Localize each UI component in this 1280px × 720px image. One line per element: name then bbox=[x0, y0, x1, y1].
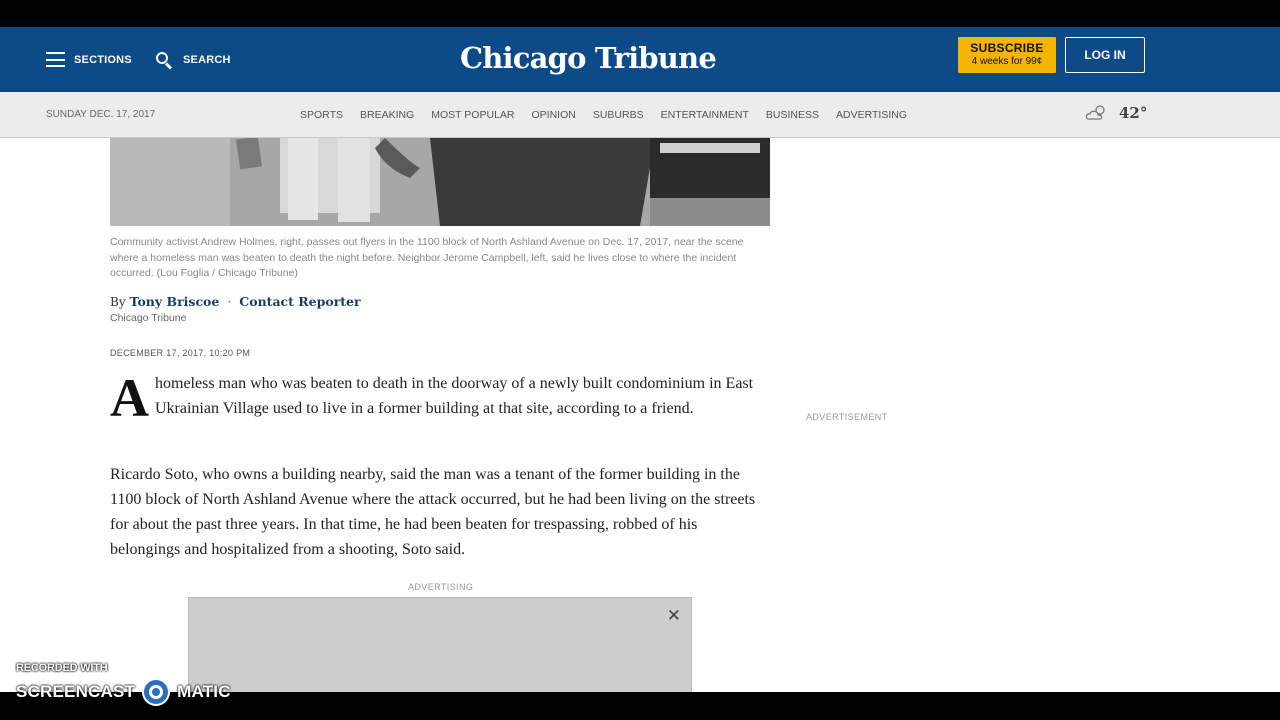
login-button[interactable]: LOG IN bbox=[1065, 37, 1145, 73]
nav-link-entertainment[interactable]: ENTERTAINMENT bbox=[661, 109, 749, 121]
byline: By Tony Briscoe · Contact Reporter bbox=[110, 294, 361, 309]
article-paragraph-1: Ahomeless man who was beaten to death in… bbox=[110, 368, 770, 428]
hamburger-menu-icon bbox=[46, 52, 65, 67]
photo-caption: Community activist Andrew Holmes, right,… bbox=[110, 236, 744, 279]
letterbox-top bbox=[0, 0, 1280, 27]
subscribe-button[interactable]: SUBSCRIBE 4 weeks for 99¢ bbox=[958, 37, 1056, 73]
nav-link-breaking[interactable]: BREAKING bbox=[360, 109, 414, 121]
nav-link-suburbs[interactable]: SUBURBS bbox=[593, 109, 644, 121]
chicago-tribune-logo[interactable]: Chicago Tribune bbox=[440, 36, 736, 80]
nav-link-most-popular[interactable]: MOST POPULAR bbox=[431, 109, 514, 121]
watermark-word-2: MATIC bbox=[177, 682, 231, 701]
contact-reporter-link[interactable]: Contact Reporter bbox=[239, 294, 360, 309]
author-link[interactable]: Tony Briscoe bbox=[130, 294, 220, 309]
article-source: Chicago Tribune bbox=[110, 312, 187, 324]
sections-button[interactable]: SECTIONS bbox=[46, 27, 132, 92]
watermark-recorded-with: RECORDED WITH bbox=[16, 662, 108, 674]
search-button[interactable]: SEARCH bbox=[155, 27, 231, 92]
advertising-label: ADVERTISING bbox=[408, 582, 474, 592]
nav-link-sports[interactable]: SPORTS bbox=[300, 109, 343, 121]
nav-links: SPORTS BREAKING MOST POPULAR OPINION SUB… bbox=[300, 92, 924, 138]
screencast-o-matic-watermark: SCREENCAST MATIC bbox=[16, 678, 231, 706]
nav-link-business[interactable]: BUSINESS bbox=[766, 109, 819, 121]
browser-viewport: SECTIONS SEARCH Chicago Tribune SUBSCRIB… bbox=[0, 27, 1280, 692]
current-date: SUNDAY DEC. 17, 2017 bbox=[46, 109, 156, 120]
inline-ad-slot[interactable]: ✕ bbox=[188, 597, 692, 692]
byline-prefix: By bbox=[110, 295, 126, 309]
cloud-sun-icon bbox=[1085, 105, 1105, 120]
byline-separator: · bbox=[227, 294, 232, 309]
subscribe-label: SUBSCRIBE bbox=[970, 41, 1044, 55]
watermark-word-1: SCREENCAST bbox=[16, 682, 136, 701]
nav-link-opinion[interactable]: OPINION bbox=[532, 109, 576, 121]
sections-label: SECTIONS bbox=[74, 53, 132, 66]
paragraph-1-text: homeless man who was beaten to death in … bbox=[155, 375, 754, 417]
temperature: 42° bbox=[1119, 104, 1148, 122]
drop-cap: A bbox=[110, 368, 149, 428]
search-icon bbox=[155, 51, 173, 70]
article-photo-scene bbox=[110, 138, 770, 226]
masthead: SECTIONS SEARCH Chicago Tribune SUBSCRIB… bbox=[0, 27, 1280, 92]
article-photo[interactable] bbox=[110, 138, 770, 226]
search-label: SEARCH bbox=[183, 53, 231, 66]
article-dateline: DECEMBER 17, 2017, 10:20 PM bbox=[110, 348, 251, 358]
nav-link-advertising[interactable]: ADVERTISING bbox=[836, 109, 907, 121]
subscribe-offer: 4 weeks for 99¢ bbox=[971, 56, 1043, 67]
weather-widget[interactable]: 42° bbox=[1085, 104, 1147, 122]
screencast-logo-icon bbox=[142, 678, 171, 706]
advertisement-label: ADVERTISEMENT bbox=[806, 412, 888, 422]
article-paragraph-2: Ricardo Soto, who owns a building nearby… bbox=[110, 466, 756, 558]
section-navbar: SUNDAY DEC. 17, 2017 SPORTS BREAKING MOS… bbox=[0, 92, 1280, 138]
close-icon[interactable]: ✕ bbox=[667, 606, 681, 626]
